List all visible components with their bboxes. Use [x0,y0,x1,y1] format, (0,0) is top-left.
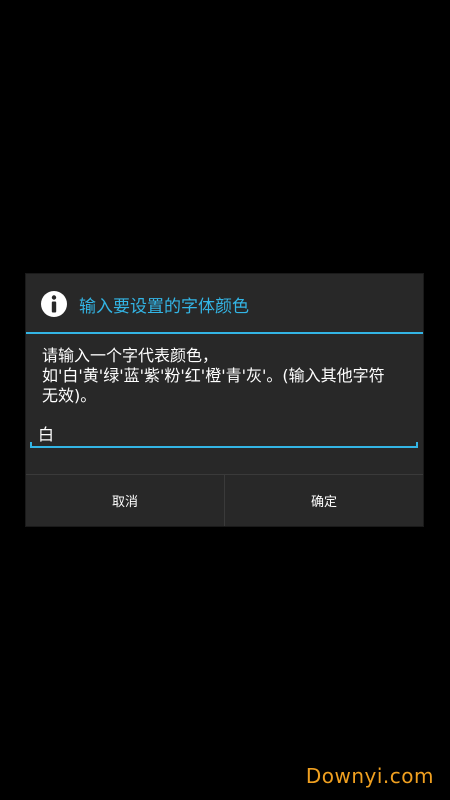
color-text-field[interactable] [30,420,418,448]
screen: 输入要设置的字体颜色 请输入一个字代表颜色， 如'白'黄'绿'蓝'紫'粉'红'橙… [0,0,450,800]
info-icon [41,291,67,317]
dialog-message: 请输入一个字代表颜色， 如'白'黄'绿'蓝'紫'粉'红'橙'青'灰'。(输入其他… [42,346,412,406]
dialog-button-bar: 取消 确定 [26,474,423,526]
watermark: Downyi.com [305,764,434,788]
dialog-title: 输入要设置的字体颜色 [79,297,249,317]
cancel-button[interactable]: 取消 [26,475,224,526]
message-line: 请输入一个字代表颜色， [42,346,219,365]
message-line: 如'白'黄'绿'蓝'紫'粉'红'橙'青'灰'。(输入其他字符 [42,366,385,385]
color-input-dialog: 输入要设置的字体颜色 请输入一个字代表颜色， 如'白'黄'绿'蓝'紫'粉'红'橙… [26,274,423,526]
confirm-button[interactable]: 确定 [225,475,423,526]
color-input[interactable] [38,423,398,442]
text-field-underline [30,442,418,448]
message-line: 无效)。 [42,386,97,405]
dialog-header: 输入要设置的字体颜色 [26,274,423,334]
